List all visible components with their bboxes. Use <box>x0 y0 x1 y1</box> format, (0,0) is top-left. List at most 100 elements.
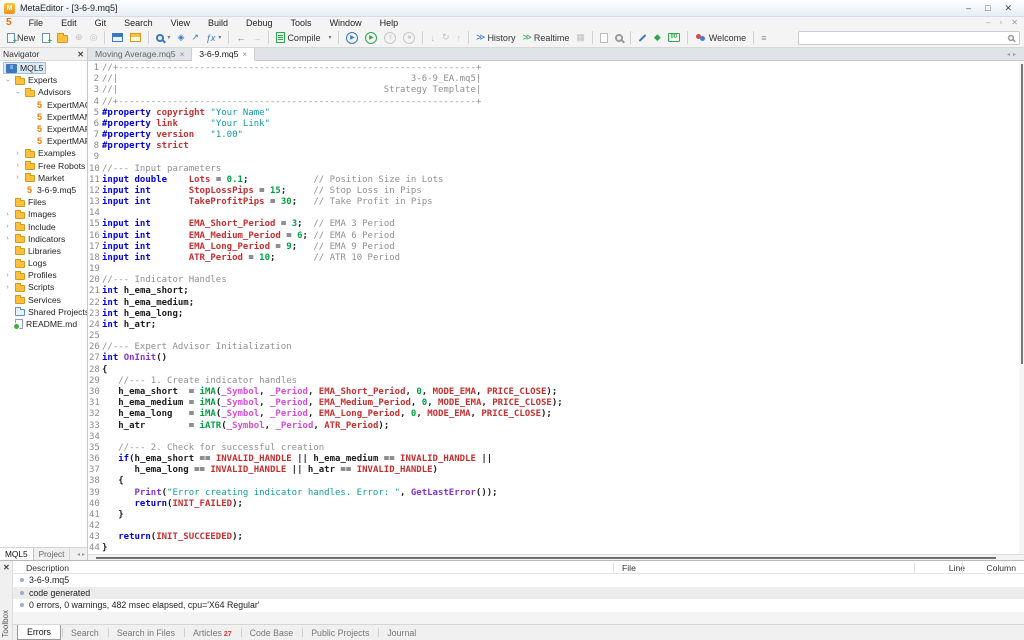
code-line[interactable]: 19 <box>88 264 1024 275</box>
toolbox-close-icon[interactable]: ✕ <box>3 563 10 572</box>
code-line[interactable]: 2//| 3-6-9_EA.mq5| <box>88 74 1024 85</box>
tree-item-include[interactable]: ›Include <box>0 220 87 232</box>
new-window-button[interactable]: + <box>39 30 53 46</box>
expander-open-icon[interactable]: › <box>13 88 22 97</box>
styler-button[interactable]: ◈ <box>174 30 187 46</box>
navigate-back-button[interactable]: ← <box>233 30 248 46</box>
close-icon[interactable]: ✕ <box>1004 3 1012 14</box>
maximize-icon[interactable]: □ <box>985 3 990 14</box>
debug-stop-button[interactable]: ■ <box>400 30 418 46</box>
compile-dropdown[interactable]: ▾ <box>324 30 334 46</box>
nav-tab-left-icon[interactable]: ◂ <box>77 551 80 558</box>
search-input[interactable] <box>803 33 1007 43</box>
code-line[interactable]: 30 h_ema_short = iMA(_Symbol, _Period, E… <box>88 387 1024 398</box>
code-line[interactable]: 3//| Strategy Template| <box>88 85 1024 96</box>
expander-open-icon[interactable]: › <box>3 76 12 85</box>
code-editor[interactable]: 1//+------------------------------------… <box>88 61 1024 554</box>
code-line[interactable]: 23int h_ema_long; <box>88 309 1024 320</box>
debug-start-button[interactable]: ▶ <box>362 30 380 46</box>
code-line[interactable]: 38 { <box>88 476 1024 487</box>
menu-search[interactable]: Search <box>115 18 162 28</box>
code-line[interactable]: 36 if(h_ema_short == INVALID_HANDLE || h… <box>88 454 1024 465</box>
step-over-button[interactable]: ↻ <box>439 30 453 46</box>
menu-file[interactable]: File <box>20 18 53 28</box>
code-line[interactable]: 44} <box>88 543 1024 554</box>
tree-item-market[interactable]: ›Market <box>0 172 87 184</box>
code-line[interactable]: 37 h_ema_long == INVALID_HANDLE || h_atr… <box>88 465 1024 476</box>
tree-item-images[interactable]: ›Images <box>0 208 87 220</box>
toolbox-row[interactable]: 0 errors, 0 warnings, 482 msec elapsed, … <box>13 599 1024 612</box>
tree-item-logs[interactable]: Logs <box>0 257 87 269</box>
settings-button[interactable]: ≡ <box>758 30 769 46</box>
toggle-navigator-button[interactable] <box>109 30 126 46</box>
toolbox-tab-search[interactable]: Search <box>62 625 108 640</box>
code-line[interactable]: 18input int ATR_Period = 10; // ATR 10 P… <box>88 253 1024 264</box>
expander-closed-icon[interactable]: › <box>3 271 12 280</box>
code-line[interactable]: 26//--- Expert Advisor Initialization <box>88 342 1024 353</box>
toolbox-tab-errors[interactable]: Errors <box>17 625 61 640</box>
toolbox-tab-search-in-files[interactable]: Search in Files <box>108 625 184 640</box>
code-line[interactable]: 12input int StopLossPips = 15; // Stop L… <box>88 186 1024 197</box>
code-line[interactable]: 14 <box>88 208 1024 219</box>
grid-button[interactable]: ▦ <box>573 30 588 46</box>
navigate-forward-button[interactable]: → <box>249 30 264 46</box>
tree-item-expertmap[interactable]: 5ExpertMAP <box>0 135 87 147</box>
function-list-button[interactable]: ƒx▾ <box>203 30 225 46</box>
vertical-scrollbar[interactable] <box>1019 61 1024 554</box>
realtime-button[interactable]: ≫Realtime <box>519 30 572 46</box>
tree-item-services[interactable]: Services <box>0 294 87 306</box>
open-file-button[interactable] <box>54 30 71 46</box>
code-line[interactable]: 39 Print("Error creating indicator handl… <box>88 488 1024 499</box>
menu-help[interactable]: Help <box>371 18 408 28</box>
toolbox-tab-code-base[interactable]: Code Base <box>241 625 303 640</box>
expander-closed-icon[interactable]: › <box>13 173 22 182</box>
code-line[interactable]: 6#property link "Your Link" <box>88 119 1024 130</box>
navigator-tab-mql5[interactable]: MQL5 <box>0 548 34 560</box>
toolbox-row[interactable]: code generated <box>13 587 1024 600</box>
copy-button[interactable] <box>597 30 611 46</box>
code-line[interactable]: 7#property version "1.00" <box>88 130 1024 141</box>
expander-closed-icon[interactable]: › <box>13 149 22 158</box>
code-line[interactable]: 27int OnInit() <box>88 353 1024 364</box>
mdi-minimize-icon[interactable]: – <box>986 18 990 27</box>
code-line[interactable]: 22int h_ema_medium; <box>88 298 1024 309</box>
code-line[interactable]: 40 return(INIT_FAILED); <box>88 499 1024 510</box>
editor-tab-moving-average-mq5[interactable]: Moving Average.mq5× <box>88 48 192 60</box>
code-line[interactable]: 21int h_ema_short; <box>88 286 1024 297</box>
code-line[interactable]: 25 <box>88 331 1024 342</box>
tree-item-mql5[interactable]: ≡MQL5 <box>0 62 87 74</box>
code-line[interactable]: 16input int EMA_Medium_Period = 6; // EM… <box>88 231 1024 242</box>
expander-closed-icon[interactable]: › <box>3 283 12 292</box>
toggle-toolbox-button[interactable] <box>127 30 144 46</box>
tree-item-expertmac[interactable]: 5ExpertMAC <box>0 99 87 111</box>
mdi-close-icon[interactable]: ✕ <box>1011 18 1018 27</box>
code-line[interactable]: 11input double Lots = 0.1; // Position S… <box>88 175 1024 186</box>
editor-tab-3-6-9-mq5[interactable]: 3-6-9.mq5× <box>192 48 255 61</box>
tree-item-expertmap[interactable]: 5ExpertMAP <box>0 123 87 135</box>
tree-item-files[interactable]: Files <box>0 196 87 208</box>
editor-tab-left-icon[interactable]: ◂ <box>1007 51 1010 58</box>
menu-window[interactable]: Window <box>321 18 371 28</box>
code-line[interactable]: 28{ <box>88 365 1024 376</box>
search-tool-button[interactable]: ▾ <box>153 30 173 46</box>
code-line[interactable]: 10//--- Input parameters <box>88 164 1024 175</box>
editor-tab-right-icon[interactable]: ▸ <box>1013 51 1016 58</box>
tree-item-scripts[interactable]: ›Scripts <box>0 281 87 293</box>
tree-item-shared-projects[interactable]: Shared Projects <box>0 306 87 318</box>
tree-item-advisors[interactable]: ›Advisors <box>0 86 87 98</box>
toolbox-row[interactable]: 3-6-9.mq5 <box>13 574 1024 587</box>
history-button[interactable]: ≫History <box>473 30 518 46</box>
code-line[interactable]: 5#property copyright "Your Name" <box>88 108 1024 119</box>
toolbox-tab-public-projects[interactable]: Public Projects <box>302 625 378 640</box>
expander-closed-icon[interactable]: › <box>3 222 12 231</box>
debug-real-button[interactable]: ▶ <box>343 30 361 46</box>
code-line[interactable]: 24int h_atr; <box>88 320 1024 331</box>
snippets-button[interactable]: 00 <box>665 30 683 46</box>
code-line[interactable]: 13input int TakeProfitPips = 30; // Take… <box>88 197 1024 208</box>
menu-git[interactable]: Git <box>86 18 116 28</box>
expander-closed-icon[interactable]: › <box>3 234 12 243</box>
code-line[interactable]: 8#property strict <box>88 141 1024 152</box>
menu-build[interactable]: Build <box>199 18 237 28</box>
code-line[interactable]: 33 h_atr = iATR(_Symbol, _Period, ATR_Pe… <box>88 421 1024 432</box>
navigator-tab-project[interactable]: Project <box>34 548 71 560</box>
